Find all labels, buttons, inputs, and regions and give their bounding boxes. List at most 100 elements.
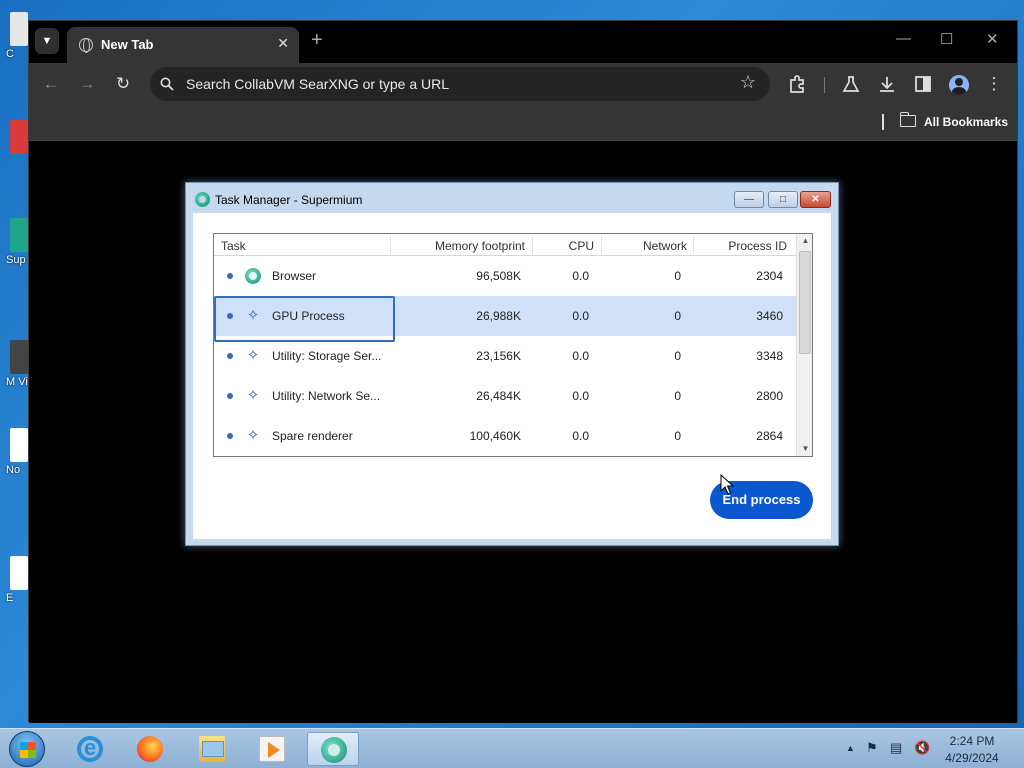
omnibox[interactable]: Search CollabVM SearXNG or type a URL ☆ [150, 67, 770, 101]
table-scrollbar[interactable]: ▲ ▼ [796, 234, 812, 456]
status-dot-icon [227, 273, 233, 279]
desktop-icon[interactable]: Sup [0, 218, 28, 274]
desktop-icon-label: Sup [6, 254, 26, 266]
table-row[interactable]: ✧ Utility: Storage Ser... 23,156K 0.0 0 3348 [214, 336, 796, 376]
folder-icon[interactable] [899, 112, 916, 127]
cell-network: 0 [674, 309, 681, 323]
cell-cpu: 0.0 [572, 269, 589, 283]
table-row[interactable]: ✧ Utility: Network Se... 26,484K 0.0 0 2800 [214, 376, 796, 416]
task-manager-body: Task Memory footprint CPU Network Proces… [193, 213, 831, 539]
clock-date[interactable]: 4/29/2024 [940, 751, 1004, 765]
taskbar-supermium[interactable] [307, 732, 359, 766]
desktop-icon[interactable]: M Vis [0, 340, 33, 396]
status-dot-icon [227, 313, 233, 319]
tab-new-tab[interactable]: New Tab ✕ [67, 27, 299, 63]
maximize-button[interactable]: ☐ [940, 30, 953, 48]
supermium-icon [321, 737, 347, 763]
status-dot-icon [227, 353, 233, 359]
taskbar: ▲ ⚑ ▤ 🔇 2:24 PM 4/29/2024 [0, 728, 1024, 768]
start-button[interactable] [9, 731, 45, 767]
scrollbar-thumb[interactable] [799, 251, 811, 354]
internet-explorer-icon [77, 735, 103, 762]
minimize-button[interactable]: — [896, 30, 911, 47]
desktop-icon[interactable]: E [0, 556, 28, 612]
supermium-icon [10, 218, 28, 252]
cell-cpu: 0.0 [572, 309, 589, 323]
cell-memory: 100,460K [469, 429, 521, 443]
volume-muted-icon[interactable]: 🔇 [914, 740, 930, 756]
toolbar: ← → ↻ Search CollabVM SearXNG or type a … [29, 63, 1017, 105]
column-header-process-id[interactable]: Process ID [699, 239, 787, 253]
scroll-down-icon[interactable]: ▼ [797, 444, 812, 453]
desktop-icon-label: E [6, 592, 14, 604]
puzzle-icon: ✧ [246, 347, 260, 364]
tab-close-icon[interactable]: ✕ [277, 35, 289, 52]
puzzle-icon: ✧ [246, 427, 260, 444]
extensions-icon[interactable] [788, 74, 808, 94]
tm-close-button[interactable]: ✕ [800, 191, 831, 208]
bookmarks-bar: All Bookmarks [29, 105, 1017, 141]
cell-network: 0 [674, 429, 681, 443]
firefox-icon [137, 736, 163, 762]
action-center-flag-icon[interactable]: ⚑ [866, 740, 878, 756]
desktop-icon[interactable]: No [0, 428, 28, 484]
puzzle-icon: ✧ [246, 307, 260, 324]
column-header-cpu[interactable]: CPU [539, 239, 594, 253]
desktop-icon[interactable] [0, 120, 28, 176]
forward-button[interactable]: → [76, 73, 98, 95]
reload-button[interactable]: ↻ [112, 73, 134, 95]
cell-memory: 26,484K [476, 389, 521, 403]
desktop-icon[interactable]: C [0, 12, 28, 68]
taskbar-file-explorer[interactable] [186, 732, 238, 766]
column-header-memory[interactable]: Memory footprint [400, 239, 525, 253]
bookmark-star-icon[interactable]: ☆ [740, 72, 756, 93]
cell-network: 0 [674, 269, 681, 283]
table-row[interactable]: ✧ GPU Process 26,988K 0.0 0 3460 [214, 296, 796, 342]
cell-network: 0 [674, 349, 681, 363]
cell-process-id: 3460 [756, 309, 783, 323]
column-divider [532, 236, 533, 254]
back-button[interactable]: ← [40, 73, 62, 95]
side-panel-icon[interactable] [913, 74, 933, 94]
table-row[interactable]: Browser 96,508K 0.0 0 2304 [214, 256, 796, 296]
desktop-icon-label: C [6, 48, 14, 60]
labs-flask-icon[interactable] [841, 74, 861, 94]
download-icon[interactable] [877, 74, 897, 94]
scroll-up-icon[interactable]: ▲ [797, 236, 812, 245]
mouse-cursor [720, 474, 734, 495]
cell-memory: 23,156K [476, 349, 521, 363]
cell-task: Browser [272, 269, 317, 283]
tm-maximize-button[interactable]: □ [768, 191, 798, 208]
close-window-button[interactable]: ✕ [986, 30, 999, 48]
column-divider [693, 236, 694, 254]
puzzle-icon: ✧ [246, 387, 260, 404]
tab-search-button[interactable]: ▼ [35, 28, 59, 54]
new-tab-button[interactable]: + [311, 29, 323, 52]
process-table: Task Memory footprint CPU Network Proces… [213, 233, 813, 457]
app-icon [10, 340, 28, 374]
column-header-network[interactable]: Network [607, 239, 687, 253]
cell-process-id: 3348 [756, 349, 783, 363]
all-bookmarks-button[interactable]: All Bookmarks [924, 115, 1008, 129]
column-divider [390, 236, 391, 254]
profile-avatar-icon[interactable] [949, 75, 969, 95]
taskbar-firefox[interactable] [124, 732, 176, 766]
table-row[interactable]: ✧ Spare renderer 100,460K 0.0 0 2864 [214, 416, 796, 456]
status-dot-icon [227, 393, 233, 399]
menu-kebab-icon[interactable]: ⋮ [983, 73, 1005, 95]
toolbar-separator [824, 77, 825, 93]
globe-icon [79, 38, 93, 53]
show-hidden-icons-button[interactable]: ▲ [846, 743, 855, 753]
cell-task: Spare renderer [272, 429, 353, 443]
cell-task: Utility: Network Se... [272, 389, 381, 403]
taskbar-media-player[interactable] [246, 732, 298, 766]
column-header-task[interactable]: Task [221, 239, 246, 253]
network-icon[interactable]: ▤ [890, 740, 902, 756]
tm-minimize-button[interactable]: — [734, 191, 764, 208]
taskbar-internet-explorer[interactable] [64, 732, 116, 766]
task-manager-titlebar[interactable]: Task Manager - Supermium — □ ✕ [186, 183, 838, 213]
clock-time[interactable]: 2:24 PM [940, 734, 1004, 748]
cell-memory: 96,508K [476, 269, 521, 283]
file-explorer-icon [199, 736, 225, 762]
desktop-icon-label: No [6, 464, 21, 476]
